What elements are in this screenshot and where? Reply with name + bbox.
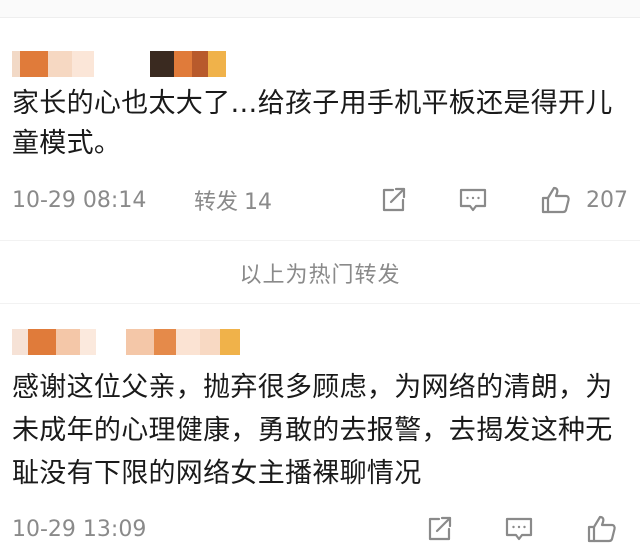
repost-content: 感谢这位父亲，抛弃很多顾虑，为网络的清朗，为未成年的心理健康，勇敢的去报警，去揭…: [12, 372, 613, 489]
repost-count[interactable]: 转发 14: [194, 184, 272, 216]
meta-row: 10-29 08:14 转发 14 207: [12, 182, 628, 218]
hot-reposts-divider: 以上为热门转发: [0, 240, 640, 304]
share-button[interactable]: [424, 514, 454, 544]
share-square-arrow-icon: [382, 187, 406, 212]
repost-item: 感谢这位父亲，抛弃很多顾虑，为网络的清朗，为未成年的心理健康，勇敢的去报警，去揭…: [0, 304, 640, 551]
username[interactable]: [126, 329, 240, 355]
hot-reposts-label: 以上为热门转发: [239, 263, 401, 288]
repost-item: 家长的心也太大了…给孩子用手机平板还是得开儿童模式。 10-29 08:14 转…: [0, 18, 640, 240]
actions: 207: [378, 182, 628, 218]
repost-count-value: 14: [244, 190, 273, 215]
thumbs-up-icon: [587, 515, 616, 543]
repost-content: 家长的心也太大了…给孩子用手机平板还是得开儿童模式。: [12, 88, 613, 159]
comment-bubble-icon: [459, 188, 487, 212]
timestamp: 10-29 13:09: [12, 516, 147, 542]
user-row[interactable]: [12, 322, 240, 362]
share-square-arrow-icon: [428, 516, 452, 541]
like-count: 207: [586, 187, 628, 213]
repost-label: 转发: [194, 190, 239, 215]
comment-bubble-icon: [505, 517, 533, 541]
username[interactable]: [150, 51, 226, 77]
share-button[interactable]: [378, 185, 408, 215]
meta-row: 10-29 13:09: [12, 511, 628, 547]
comment-button[interactable]: [504, 514, 534, 544]
like-button[interactable]: [586, 513, 618, 545]
avatar[interactable]: [12, 51, 108, 77]
previous-item-edge: [0, 0, 640, 18]
timestamp: 10-29 08:14: [12, 187, 147, 213]
like-button[interactable]: 207: [540, 184, 628, 216]
thumbs-up-icon: [541, 186, 570, 214]
avatar[interactable]: [12, 329, 96, 355]
actions: [424, 511, 628, 547]
comment-button[interactable]: [458, 185, 488, 215]
user-row[interactable]: [12, 44, 226, 84]
